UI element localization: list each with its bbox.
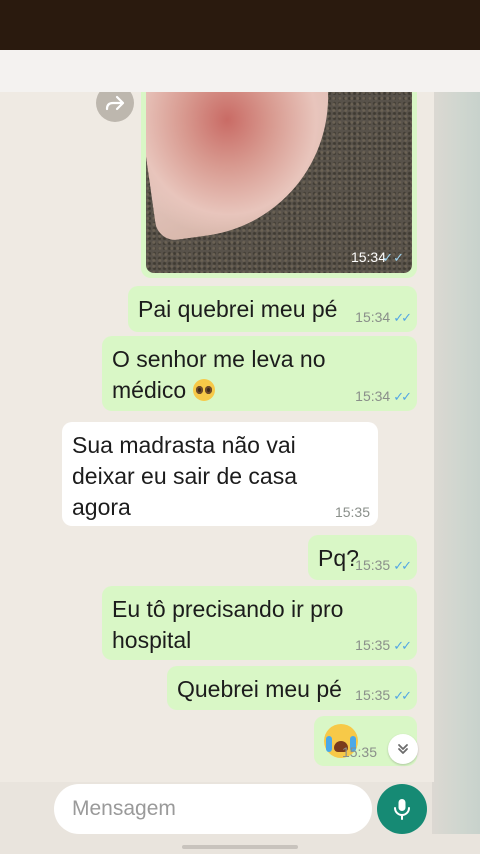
read-ticks-icon: ✓✓: [393, 688, 412, 703]
message-time: 15:35: [355, 637, 391, 653]
mic-icon: [394, 799, 410, 820]
message-text-line: Sua madrasta não vai: [72, 432, 296, 458]
scroll-to-bottom-button[interactable]: [388, 734, 418, 764]
navigation-bar: [0, 834, 480, 854]
message-time: 15:34: [355, 309, 391, 325]
message-text-line: agora: [72, 494, 131, 520]
double-chevron-down-icon: [398, 744, 408, 754]
side-panel-edge: [432, 92, 480, 854]
message-composer[interactable]: [54, 784, 372, 834]
status-bar: [0, 0, 480, 50]
message-text-line: deixar eu sair de casa: [72, 463, 298, 489]
message-list[interactable]: 15:34 ✓✓ Pai quebrei meu pé 15:34 ✓✓ O se…: [0, 92, 434, 782]
forward-button[interactable]: [96, 92, 134, 122]
message-text-line: médico: [112, 377, 187, 403]
read-ticks-icon: ✓✓: [393, 558, 412, 573]
read-ticks-icon: ✓✓: [393, 638, 412, 653]
message-bubble[interactable]: Pai quebrei meu pé 15:34 ✓✓: [128, 286, 417, 332]
message-text-line: O senhor me leva no: [112, 346, 326, 372]
forward-icon: [105, 95, 125, 111]
message-bubble[interactable]: O senhor me leva no médico 15:34 ✓✓: [102, 336, 417, 411]
message-text: Quebrei meu pé: [177, 676, 342, 702]
message-time: 15:34: [355, 388, 391, 404]
message-text: Pai quebrei meu pé: [138, 296, 338, 322]
message-bubble[interactable]: Pq? 15:35 ✓✓: [308, 535, 417, 580]
mic-button[interactable]: [377, 784, 427, 834]
message-time: 15:35: [334, 504, 370, 520]
read-ticks-icon: ✓✓: [393, 310, 412, 325]
chat-header: [0, 50, 480, 92]
photo-foot-shape: [146, 92, 347, 243]
read-ticks-icon: ✓✓: [393, 389, 412, 404]
message-text-line: Eu tô precisando ir pro: [112, 596, 344, 622]
message-bubble[interactable]: Sua madrasta não vai deixar eu sair de c…: [62, 422, 378, 526]
message-input[interactable]: [72, 797, 343, 821]
image-message[interactable]: 15:34 ✓✓: [141, 92, 417, 278]
pleading-face-emoji: [192, 379, 215, 401]
read-ticks-icon: ✓✓: [382, 250, 404, 265]
message-time: 15:35: [355, 557, 391, 573]
message-text: Pq?: [318, 545, 359, 571]
message-time: 15:35: [355, 687, 391, 703]
home-indicator[interactable]: [182, 845, 298, 849]
message-bubble[interactable]: Quebrei meu pé 15:35 ✓✓: [167, 666, 417, 710]
message-bubble[interactable]: Eu tô precisando ir pro hospital 15:35 ✓✓: [102, 586, 417, 660]
message-time: 15:35: [341, 744, 377, 760]
message-time: 15:34: [350, 249, 386, 265]
foot-photo[interactable]: 15:34 ✓✓: [146, 92, 412, 273]
